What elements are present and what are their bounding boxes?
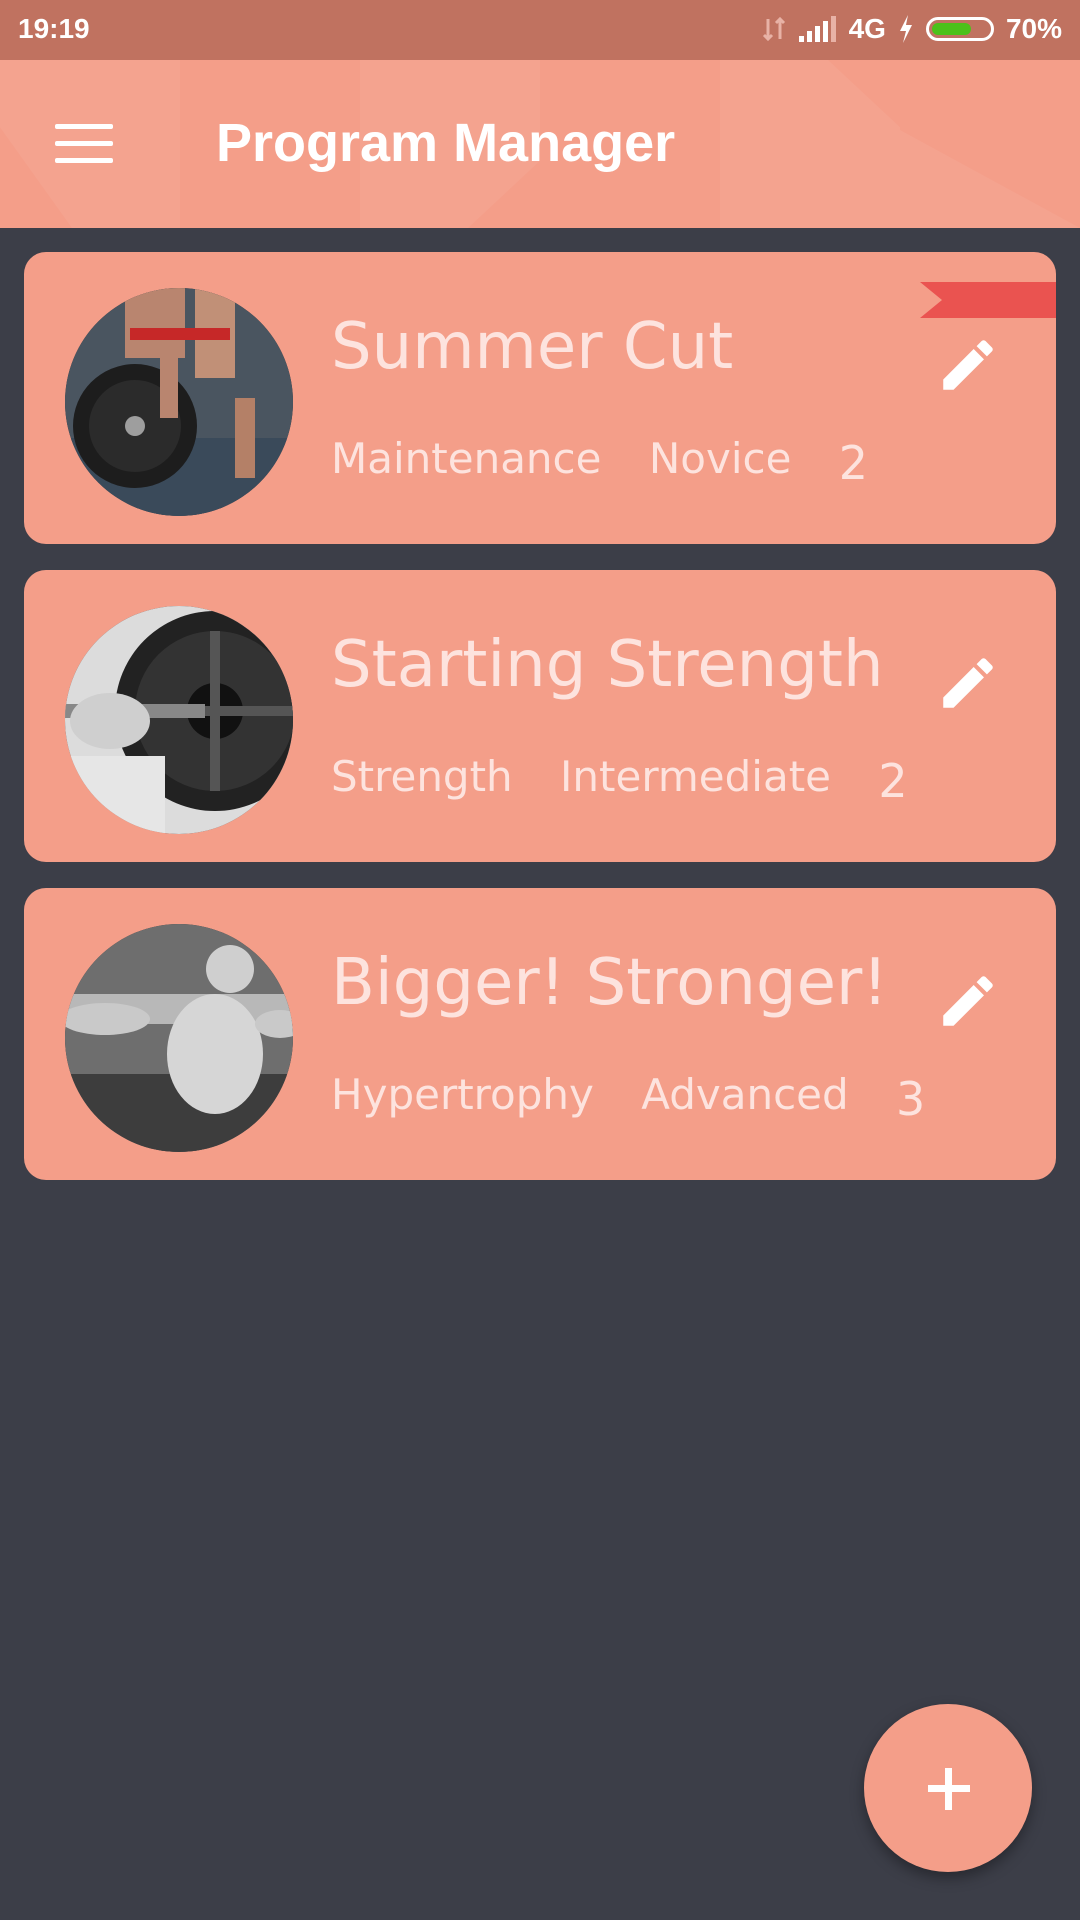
- program-level: Novice: [648, 434, 792, 483]
- app-bar-decoration: [900, 130, 1080, 228]
- program-image: [65, 606, 293, 834]
- program-count: 2: [878, 754, 908, 808]
- program-name: Starting Strength: [331, 628, 884, 702]
- edit-icon[interactable]: [935, 332, 1001, 398]
- app-bar: Program Manager: [0, 60, 1080, 228]
- program-card[interactable]: Bigger! Stronger! Hypertrophy Advanced 3: [24, 888, 1056, 1180]
- program-goal: Hypertrophy: [331, 1070, 594, 1119]
- program-meta: Strength Intermediate 2: [331, 748, 908, 808]
- page-title: Program Manager: [216, 113, 676, 173]
- status-time: 19:19: [18, 13, 90, 44]
- program-name: Bigger! Stronger!: [331, 946, 888, 1020]
- deadlift-plate-photo: [65, 288, 293, 516]
- menu-line: [55, 141, 113, 146]
- program-card[interactable]: Summer Cut Maintenance Novice 2: [24, 252, 1056, 544]
- program-list: Summer Cut Maintenance Novice 2 Starting…: [24, 252, 1056, 1206]
- status-icons: 4G 70%: [761, 13, 1062, 45]
- battery-icon: [925, 17, 994, 41]
- charging-icon: [899, 15, 912, 43]
- battery-percent: 70%: [1005, 13, 1062, 44]
- program-count: 3: [896, 1072, 926, 1126]
- data-transfer-icon: [762, 16, 785, 42]
- menu-line: [55, 124, 113, 129]
- add-program-button[interactable]: [864, 1704, 1032, 1872]
- battery-level: [931, 23, 972, 35]
- barbell-plate-photo: [65, 606, 293, 834]
- app-bar-decoration: [720, 60, 900, 228]
- plus-icon: [945, 1768, 952, 1810]
- signal-icon: [798, 16, 836, 42]
- edit-icon[interactable]: [935, 650, 1001, 716]
- program-level: Intermediate: [560, 752, 832, 801]
- flag-ribbon: [920, 282, 1056, 318]
- program-count: 2: [838, 436, 869, 490]
- program-meta: Hypertrophy Advanced 3: [331, 1066, 925, 1126]
- program-goal: Maintenance: [331, 434, 602, 483]
- status-bar: 19:19 4G 70%: [0, 0, 1080, 60]
- program-image: [65, 288, 293, 516]
- program-goal: Strength: [331, 752, 513, 801]
- network-type: 4G: [848, 13, 886, 44]
- edit-icon[interactable]: [935, 968, 1001, 1034]
- menu-line: [55, 158, 113, 163]
- program-card[interactable]: Starting Strength Strength Intermediate …: [24, 570, 1056, 862]
- program-meta: Maintenance Novice 2: [331, 430, 868, 490]
- hamburger-menu-icon[interactable]: [55, 124, 113, 164]
- program-image: [65, 924, 293, 1152]
- program-level: Advanced: [641, 1070, 849, 1119]
- bodybuilder-pose-photo: [65, 924, 293, 1152]
- program-name: Summer Cut: [331, 310, 734, 384]
